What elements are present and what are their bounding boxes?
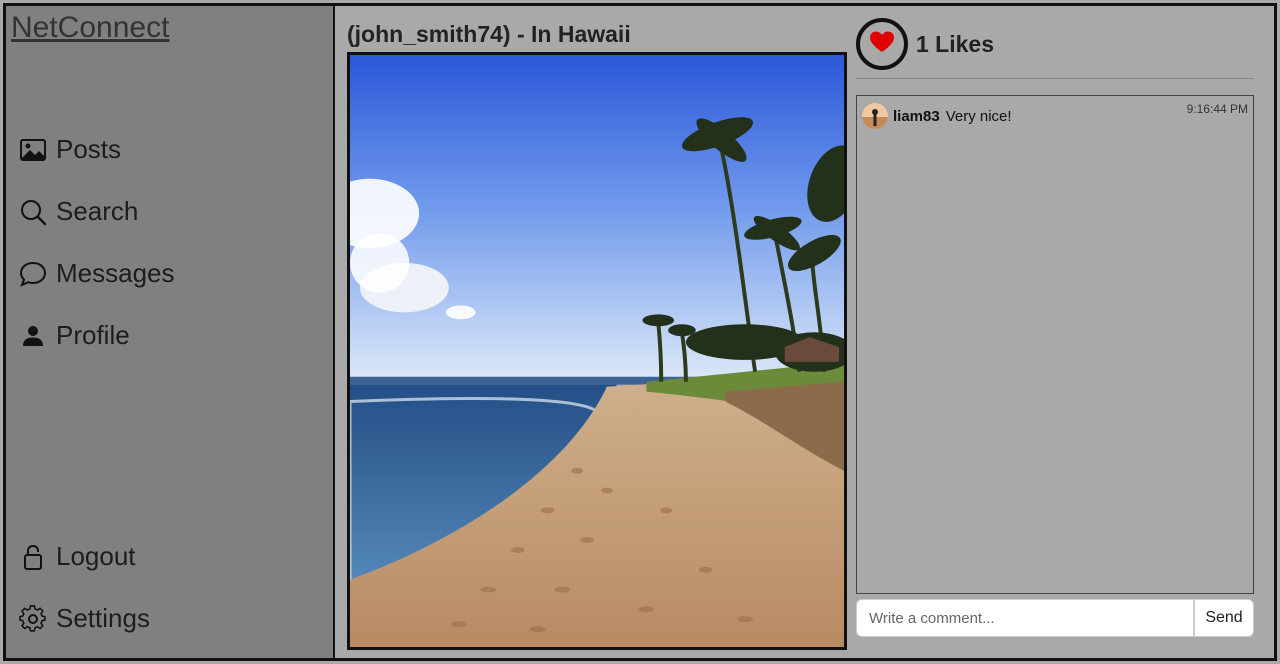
comment-input[interactable] — [856, 599, 1194, 637]
comment-text: Very nice! — [945, 107, 1012, 125]
likes-row: 1 Likes — [856, 18, 994, 70]
sidebar-item-label: Search — [56, 196, 139, 226]
image-icon — [18, 135, 48, 165]
sidebar-item-profile[interactable]: Profile — [18, 320, 130, 351]
post-image — [347, 52, 847, 650]
sidebar-item-label: Settings — [56, 603, 150, 633]
brand-logo-link[interactable]: NetConnect — [11, 11, 169, 45]
heart-icon — [869, 30, 895, 59]
send-button[interactable]: Send — [1194, 599, 1254, 637]
search-icon — [18, 197, 48, 227]
comment-timestamp: 9:16:44 PM — [1186, 102, 1248, 116]
sidebar: NetConnect Posts Search Messages Profile — [6, 6, 335, 658]
lock-icon — [18, 542, 48, 572]
app-frame: NetConnect Posts Search Messages Profile — [3, 3, 1277, 661]
sidebar-item-messages[interactable]: Messages — [18, 258, 175, 289]
sidebar-item-label: Logout — [56, 541, 136, 571]
like-button[interactable] — [856, 18, 908, 70]
sidebar-item-settings[interactable]: Settings — [18, 603, 150, 634]
sidebar-item-label: Posts — [56, 134, 122, 164]
sidebar-item-posts[interactable]: Posts — [18, 134, 121, 165]
post-title: (john_smith74) - In Hawaii — [347, 21, 631, 47]
post-detail: (john_smith74) - In Hawaii 1 Likes liam8… — [337, 6, 1274, 658]
person-icon — [18, 321, 48, 351]
sidebar-item-label: Profile — [56, 320, 130, 350]
chat-icon — [18, 259, 48, 289]
sidebar-item-label: Messages — [56, 258, 175, 288]
divider — [856, 78, 1254, 79]
sidebar-item-logout[interactable]: Logout — [18, 541, 136, 572]
comment-item: liam83 Very nice! 9:16:44 PM — [862, 102, 1248, 129]
comments-panel: liam83 Very nice! 9:16:44 PM — [856, 95, 1254, 594]
likes-count: 1 Likes — [916, 30, 994, 57]
sidebar-item-search[interactable]: Search — [18, 196, 138, 227]
avatar — [862, 103, 888, 129]
comment-username[interactable]: liam83 — [893, 108, 940, 125]
gear-icon — [18, 604, 48, 634]
